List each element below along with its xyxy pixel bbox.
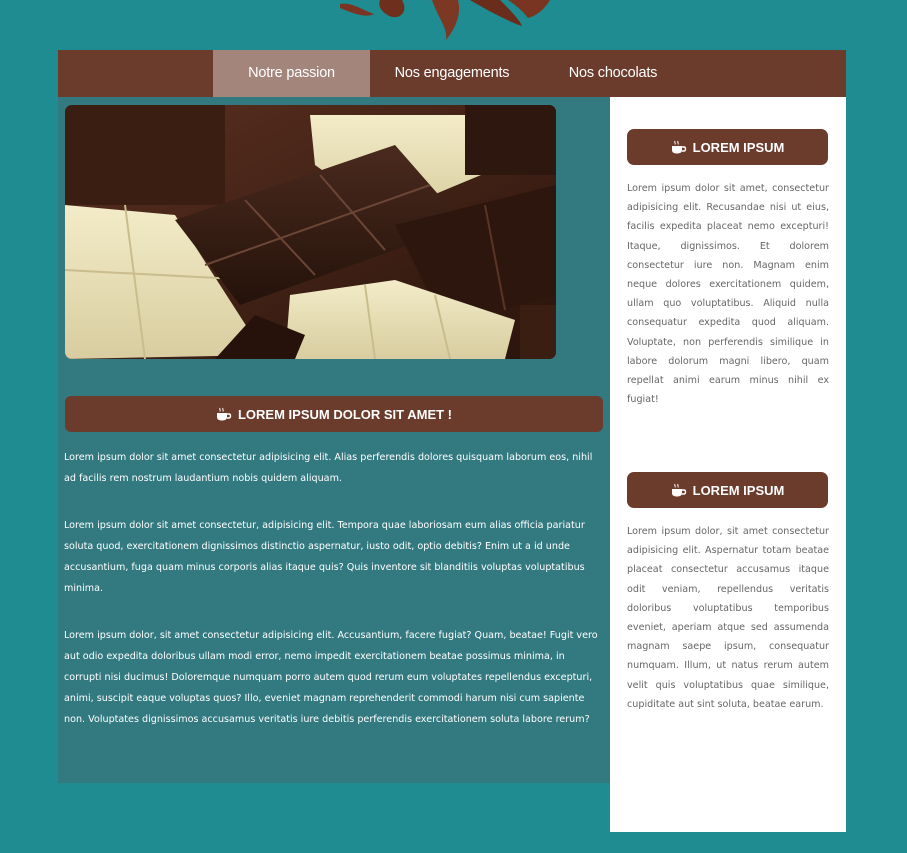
main-navbar: Notre passion Nos engagements Nos chocol… [58, 50, 846, 97]
nav-item-notre-passion[interactable]: Notre passion [213, 50, 370, 97]
sidebar-heading-2: LOREM IPSUM [627, 472, 828, 508]
sidebar-heading-1: LOREM IPSUM [627, 129, 828, 165]
nav-item-nos-chocolats[interactable]: Nos chocolats [548, 50, 678, 97]
sidebar: LOREM IPSUM Lorem ipsum dolor sit amet, … [610, 97, 846, 832]
sidebar-text-2: Lorem ipsum dolor, sit amet consectetur … [627, 526, 829, 710]
section-heading-text: LOREM IPSUM DOLOR SIT AMET ! [237, 406, 452, 422]
coffee-cup-icon [671, 140, 687, 154]
sidebar-heading-1-text: LOREM IPSUM [692, 139, 785, 155]
main-content: LOREM IPSUM DOLOR SIT AMET ! Lorem ipsum… [58, 97, 610, 783]
paragraph-1: Lorem ipsum dolor sit amet consectetur a… [64, 452, 593, 484]
coffee-cup-icon [671, 483, 687, 497]
paragraph-2: Lorem ipsum dolor sit amet consectetur, … [64, 520, 585, 594]
paragraph-3: Lorem ipsum dolor, sit amet consectetur … [64, 630, 598, 725]
sidebar-text-1: Lorem ipsum dolor sit amet, consectetur … [627, 183, 829, 406]
coffee-cup-icon [216, 407, 232, 421]
section-heading: LOREM IPSUM DOLOR SIT AMET ! [65, 396, 603, 432]
hero-chocolate-image [65, 105, 556, 359]
sidebar-heading-2-text: LOREM IPSUM [692, 482, 785, 498]
nav-item-nos-engagements[interactable]: Nos engagements [378, 50, 526, 97]
chocolate-splash-logo [340, 0, 550, 44]
